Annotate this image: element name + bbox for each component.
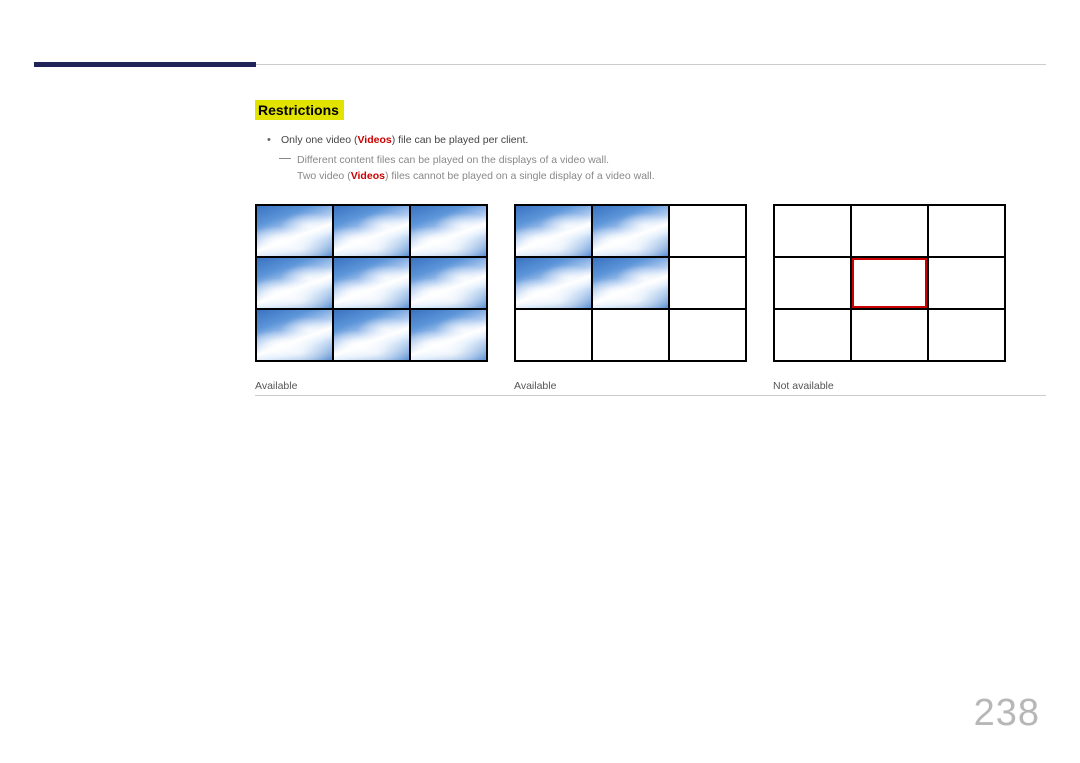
video-wall-grid-full: [255, 204, 488, 362]
grid-cell-sky: [257, 310, 332, 360]
sub-bullet-2: Two video (Videos) files cannot be playe…: [257, 170, 1046, 182]
dash-icon: [279, 158, 291, 159]
figure-3: [773, 204, 1006, 362]
grid-cell-sky: [411, 310, 486, 360]
bullet-list: Only one video (Videos) file can be play…: [257, 134, 1046, 182]
caption-figure-1: Available: [255, 380, 488, 392]
grid-cell-empty: [929, 206, 1004, 256]
caption-row: Available Available Not available: [255, 380, 1046, 396]
grid-cell-sky: [411, 258, 486, 308]
figures-row: [255, 204, 1046, 362]
page-number: 238: [974, 692, 1040, 735]
grid-cell-sky: [516, 206, 591, 256]
sub-bullet-2-prefix: Two video (: [297, 170, 351, 182]
grid-cell-sky: [334, 310, 409, 360]
grid-cell-empty: [852, 206, 927, 256]
figure-1: [255, 204, 488, 362]
grid-cell-empty: [670, 258, 745, 308]
grid-cell-sky: [334, 206, 409, 256]
grid-cell-empty: [929, 258, 1004, 308]
bullet-text-emphasis: Videos: [357, 134, 391, 146]
sub-bullet-1: Different content files can be played on…: [257, 154, 1046, 166]
grid-cell-sky: [257, 258, 332, 308]
grid-cell-sky: [593, 258, 668, 308]
grid-cell-sky: [411, 206, 486, 256]
grid-cell-empty: [775, 206, 850, 256]
grid-cell-empty: [516, 310, 591, 360]
grid-cell-empty: [775, 310, 850, 360]
sub-bullet-2-suffix: ) files cannot be played on a single dis…: [385, 170, 655, 182]
figure-2: [514, 204, 747, 362]
grid-cell-empty: [929, 310, 1004, 360]
grid-cell-empty: [670, 310, 745, 360]
caption-figure-2: Available: [514, 380, 747, 392]
content-area: Restrictions Only one video (Videos) fil…: [255, 100, 1046, 396]
section-title: Restrictions: [255, 100, 344, 120]
sub-bullet-2-emphasis: Videos: [351, 170, 385, 182]
grid-cell-sky: [257, 206, 332, 256]
grid-cell-sky: [516, 258, 591, 308]
video-wall-grid-invalid: [773, 204, 1006, 362]
video-wall-grid-partial: [514, 204, 747, 362]
header-accent-bar: [34, 62, 256, 67]
grid-cell-invalid: [852, 258, 927, 308]
grid-cell-sky: [593, 206, 668, 256]
grid-cell-empty: [852, 310, 927, 360]
sub-bullet-1-text: Different content files can be played on…: [297, 154, 609, 166]
grid-cell-empty: [670, 206, 745, 256]
bullet-text-suffix: ) file can be played per client.: [392, 134, 529, 146]
caption-figure-3: Not available: [773, 380, 1006, 392]
grid-cell-empty: [593, 310, 668, 360]
grid-cell-sky: [334, 258, 409, 308]
bullet-text-prefix: Only one video (: [281, 134, 357, 146]
grid-cell-empty: [775, 258, 850, 308]
bullet-item: Only one video (Videos) file can be play…: [257, 134, 1046, 146]
